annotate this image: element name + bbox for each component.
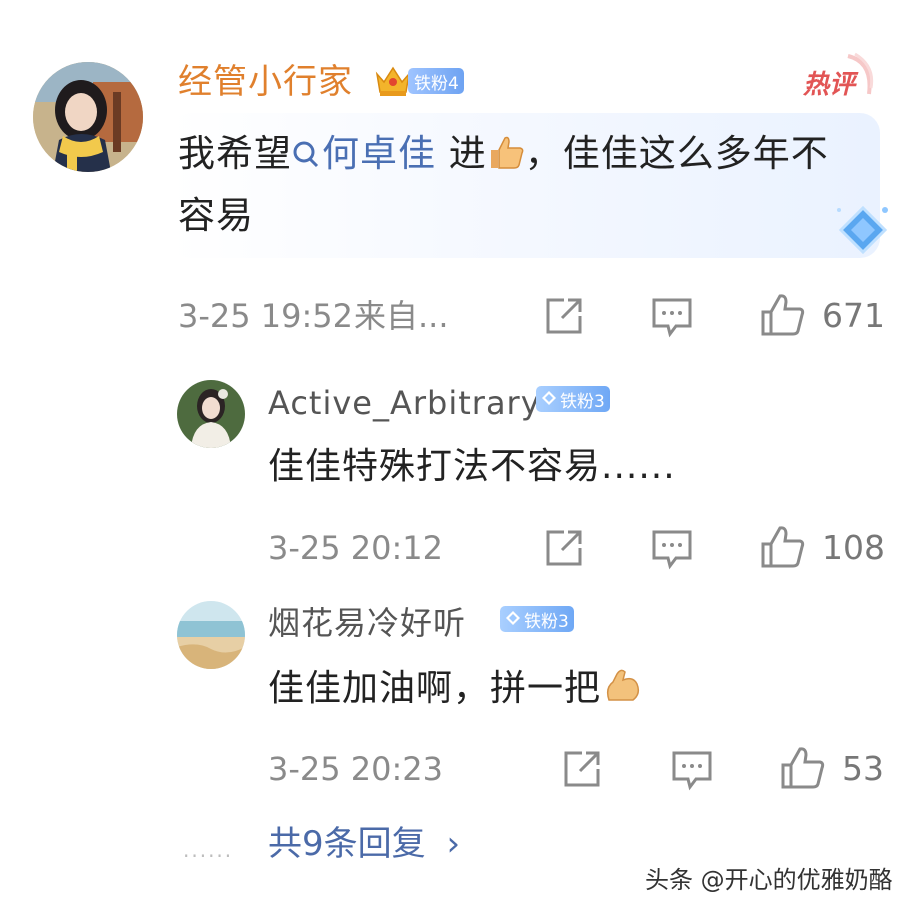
- fan-badge-label: 铁粉3: [524, 611, 569, 632]
- reply-2-like-count: 53: [842, 749, 884, 788]
- watermark: 头条 @开心的优雅奶酪: [645, 866, 893, 894]
- crown-icon: [374, 62, 412, 98]
- reply-2-username[interactable]: 烟花易冷好听: [268, 603, 466, 643]
- reply-2-timestamp: 3-25 20:23: [268, 750, 444, 788]
- like-icon[interactable]: [780, 745, 825, 789]
- gem-icon: [506, 611, 520, 625]
- comment-icon[interactable]: [650, 294, 694, 338]
- share-icon[interactable]: [560, 747, 604, 791]
- avatar-reply-1[interactable]: [177, 380, 245, 448]
- reply-1-like-count: 108: [822, 528, 885, 567]
- comment-icon[interactable]: [650, 526, 694, 570]
- share-icon[interactable]: [542, 526, 586, 570]
- hot-comment-label: 热评: [803, 70, 856, 100]
- main-like-count: 671: [822, 296, 885, 335]
- fan-badge-label: 铁粉3: [560, 391, 605, 412]
- fan-badge-reply-1[interactable]: 铁粉3: [536, 386, 610, 412]
- reply-1-username[interactable]: Active_Arbitrary: [268, 383, 541, 423]
- main-comment-text: 我希望 何卓佳 进，佳佳这么多年不容易: [178, 125, 848, 245]
- reply-2-text: 佳佳加油啊，拼一把: [268, 666, 643, 716]
- fan-badge-label: 铁粉4: [414, 73, 459, 94]
- search-mention-icon: [292, 128, 320, 186]
- fan-badge-reply-2[interactable]: 铁粉3: [500, 606, 574, 632]
- chevron-right-icon: ›: [446, 824, 461, 864]
- more-replies-link[interactable]: 共9条回复 ›: [268, 822, 460, 866]
- mention-link[interactable]: 何卓佳: [292, 132, 436, 175]
- thumbs-up-emoji: [487, 129, 525, 187]
- hot-comment-tag: 热评: [803, 52, 875, 102]
- avatar-main[interactable]: [33, 62, 143, 172]
- reply-1-text: 佳佳特殊打法不容易......: [268, 446, 676, 487]
- like-icon[interactable]: [760, 524, 805, 568]
- more-replies-dots: ......: [183, 838, 234, 862]
- main-username[interactable]: 经管小行家: [178, 62, 353, 102]
- like-icon[interactable]: [760, 292, 805, 336]
- reply-1-timestamp: 3-25 20:12: [268, 529, 444, 567]
- gem-icon: [542, 391, 556, 405]
- main-source: 来自...: [354, 297, 449, 335]
- flex-arm-emoji: [603, 666, 643, 716]
- share-icon[interactable]: [542, 294, 586, 338]
- main-timestamp: 3-25 19:52: [178, 297, 354, 335]
- comment-icon[interactable]: [670, 747, 714, 791]
- avatar-reply-2[interactable]: [177, 601, 245, 669]
